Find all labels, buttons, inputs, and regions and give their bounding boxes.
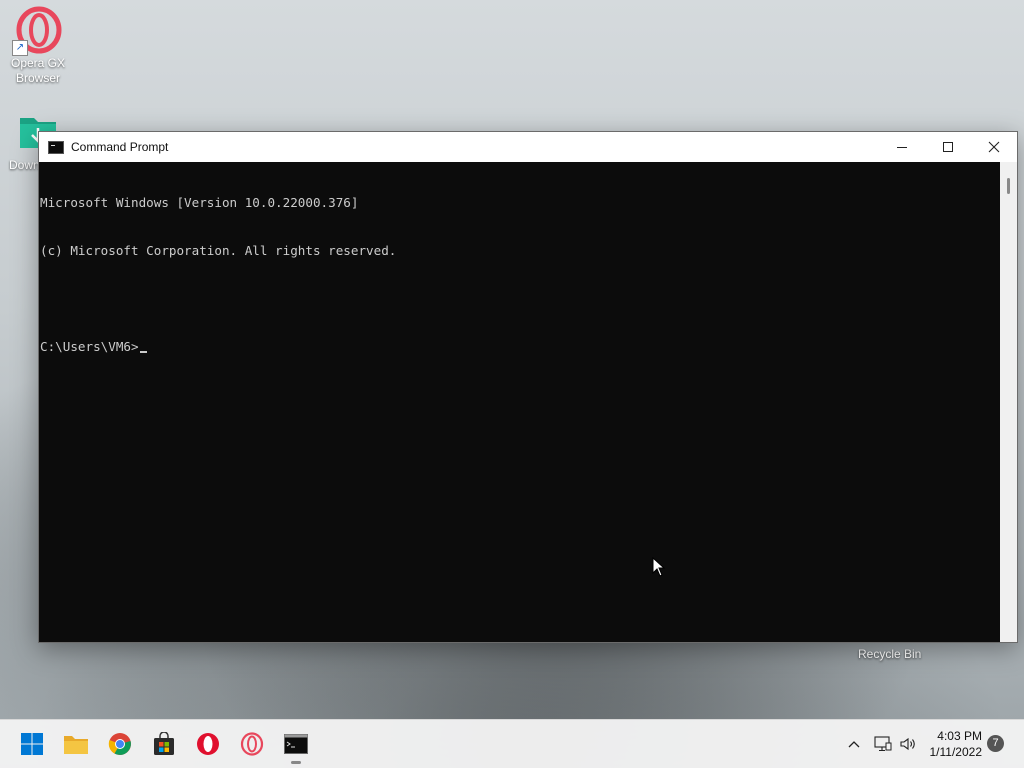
window-title: Command Prompt (71, 140, 169, 154)
maximize-button[interactable] (925, 132, 971, 162)
network-icon (874, 736, 892, 752)
command-prompt-window[interactable]: Command Prompt Microsoft Windows [Versio… (38, 131, 1018, 643)
console-line: Microsoft Windows [Version 10.0.22000.37… (40, 195, 359, 210)
scrollbar-thumb[interactable] (1007, 178, 1010, 194)
desktop-icon-label: Opera GX Browser (10, 56, 66, 85)
text-cursor (139, 351, 147, 353)
notification-badge[interactable]: 7 (987, 735, 1004, 752)
windows-start-icon (21, 733, 43, 755)
mouse-pointer-icon (652, 557, 666, 577)
console-prompt-line[interactable]: C:\Users\VM6> (39, 339, 1000, 355)
taskbar-chrome[interactable] (104, 728, 136, 760)
clock-time: 4:03 PM (937, 729, 982, 743)
network-button[interactable] (873, 734, 893, 754)
console-output[interactable]: Microsoft Windows [Version 10.0.22000.37… (39, 162, 1000, 642)
taskbar-microsoft-store[interactable] (148, 728, 180, 760)
console-prompt: C:\Users\VM6> (40, 339, 139, 354)
close-button[interactable] (971, 132, 1017, 162)
taskbar-command-prompt[interactable] (280, 728, 312, 764)
console-line: (c) Microsoft Corporation. All rights re… (40, 243, 397, 258)
volume-icon (900, 737, 915, 751)
opera-icon (197, 733, 219, 755)
start-button[interactable] (16, 728, 48, 760)
chrome-icon (108, 733, 131, 755)
volume-button[interactable] (898, 734, 918, 754)
show-hidden-icons-button[interactable] (846, 734, 862, 754)
minimize-button[interactable] (879, 132, 925, 162)
taskbar-clock[interactable]: 4:03 PM 1/11/2022 (930, 728, 983, 760)
taskbar-opera-gx[interactable] (236, 728, 268, 760)
clock-date: 1/11/2022 (929, 745, 983, 759)
shortcut-arrow-icon: ↗ (12, 40, 28, 56)
desktop-icon-opera-gx[interactable]: ↗ Opera GX Browser (6, 6, 70, 86)
taskbar-opera[interactable] (192, 728, 224, 760)
cmd-icon (284, 734, 308, 754)
vertical-scrollbar[interactable] (1000, 162, 1017, 642)
recycle-bin-label[interactable]: Recycle Bin (858, 647, 921, 661)
store-icon (154, 732, 174, 755)
cmd-icon (48, 140, 64, 154)
opera-gx-icon (240, 732, 264, 756)
taskbar: 4:03 PM 1/11/2022 7 (0, 719, 1024, 768)
opera-gx-icon: ↗ (12, 6, 62, 56)
window-titlebar[interactable]: Command Prompt (39, 132, 1017, 162)
close-icon (988, 141, 1000, 153)
taskbar-file-explorer[interactable] (60, 728, 92, 760)
chevron-up-icon (848, 741, 860, 748)
folder-icon (64, 736, 88, 754)
minimize-icon (897, 147, 907, 148)
maximize-icon (943, 142, 953, 152)
